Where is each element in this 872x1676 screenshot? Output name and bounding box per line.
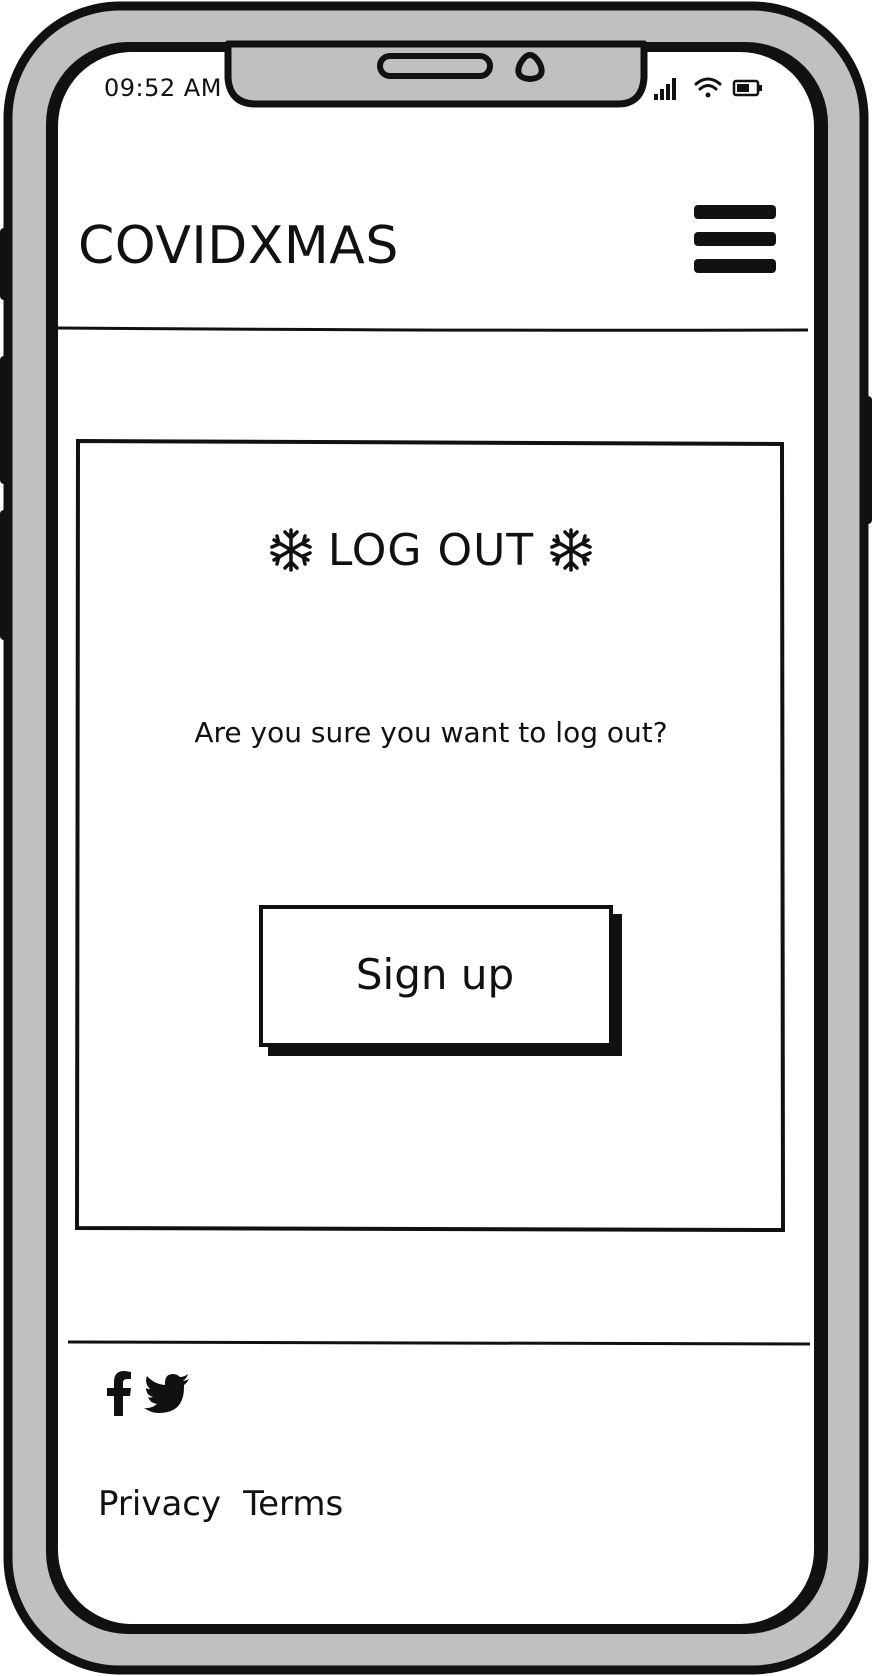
privacy-link[interactable]: Privacy — [98, 1484, 221, 1524]
logout-title-row: LOG OUT — [78, 520, 784, 580]
wireframe-screen: 09:52 AM COVIDXMAS LOG OUT Are you sure … — [0, 0, 872, 1676]
footer-links: Privacy Terms — [98, 1484, 343, 1524]
signal-icon — [654, 78, 676, 100]
battery-icon — [732, 79, 762, 97]
twitter-icon[interactable] — [144, 1374, 190, 1414]
hamburger-menu-icon[interactable] — [692, 203, 778, 275]
logout-confirm-message: Are you sure you want to log out? — [194, 716, 668, 749]
footer-divider — [68, 1340, 810, 1346]
wifi-icon — [694, 77, 722, 98]
terms-link[interactable]: Terms — [243, 1484, 343, 1524]
social-links — [104, 1370, 190, 1418]
header-divider — [58, 326, 808, 332]
logout-title: LOG OUT — [327, 524, 535, 576]
snowflake-icon — [270, 528, 312, 572]
facebook-icon[interactable] — [104, 1370, 136, 1418]
status-time: 09:52 AM — [104, 74, 222, 102]
snowflake-icon — [550, 528, 592, 572]
sign-up-button[interactable] — [258, 904, 624, 1058]
status-icons — [654, 77, 762, 100]
brand-logo-text[interactable]: COVIDXMAS — [78, 216, 399, 276]
